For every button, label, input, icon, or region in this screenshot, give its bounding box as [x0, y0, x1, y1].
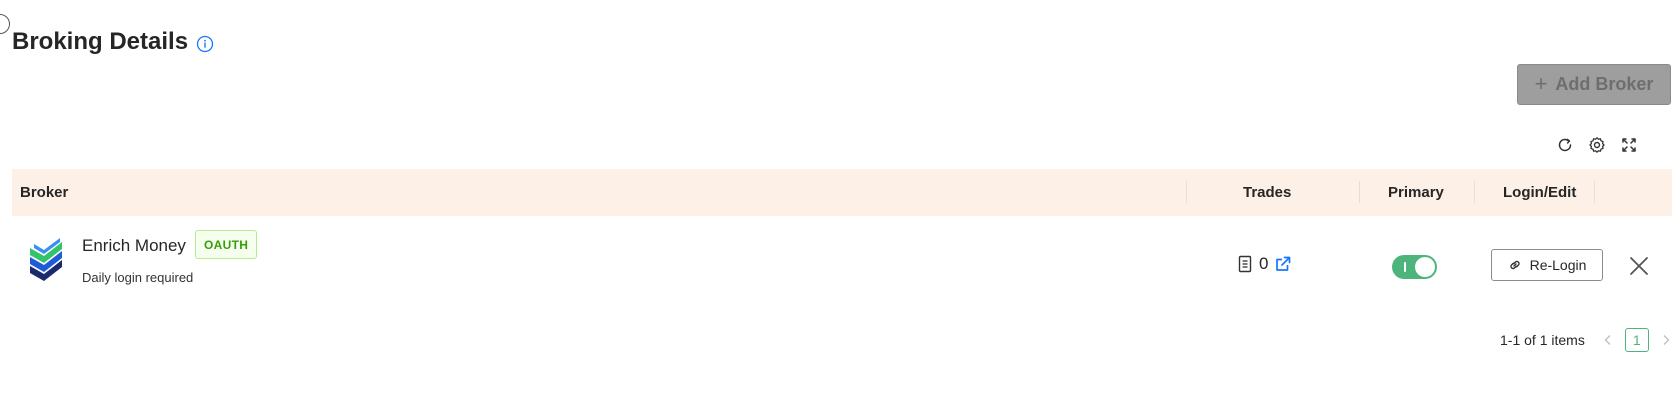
trades-count: 0: [1259, 254, 1269, 273]
column-divider: [1474, 181, 1475, 203]
column-header-login-edit[interactable]: Login/Edit: [1503, 169, 1576, 216]
toggle-knob: [1415, 257, 1435, 277]
column-divider: [1594, 181, 1595, 203]
table-toolbar: [1556, 136, 1638, 154]
broker-name: Enrich Money: [82, 236, 186, 255]
refresh-icon[interactable]: [1556, 136, 1574, 154]
column-header-trades[interactable]: Trades: [1243, 169, 1291, 216]
corner-circle: [0, 14, 10, 34]
pagination: 1-1 of 1 items 1: [1500, 328, 1673, 352]
re-login-label: Re-Login: [1529, 257, 1587, 273]
column-header-broker[interactable]: Broker: [20, 169, 68, 216]
fullscreen-icon[interactable]: [1620, 136, 1638, 154]
page-title: Broking Details: [12, 28, 189, 55]
page-header: Broking Details: [12, 28, 214, 56]
primary-toggle[interactable]: [1392, 255, 1437, 279]
table-header: Broker Trades Primary Login/Edit: [12, 169, 1672, 216]
add-broker-label: Add Broker: [1555, 74, 1654, 94]
column-header-primary[interactable]: Primary: [1388, 169, 1444, 216]
chevron-left-icon[interactable]: [1601, 333, 1615, 347]
auth-type-tag: OAUTH: [195, 230, 258, 259]
document-icon: [1237, 255, 1253, 273]
link-icon: [1508, 258, 1522, 272]
settings-icon[interactable]: [1588, 136, 1606, 154]
info-icon[interactable]: [196, 35, 214, 53]
column-divider: [1186, 181, 1187, 203]
add-broker-button[interactable]: + Add Broker: [1517, 64, 1671, 105]
re-login-button[interactable]: Re-Login: [1491, 249, 1603, 281]
close-icon[interactable]: [1627, 254, 1651, 278]
plus-icon: +: [1534, 70, 1548, 96]
pagination-page-1[interactable]: 1: [1624, 328, 1649, 352]
chevron-right-icon[interactable]: [1659, 333, 1673, 347]
column-divider: [1359, 181, 1360, 203]
toggle-on-indicator: [1404, 262, 1406, 272]
trades-cell: 0: [1237, 254, 1292, 274]
external-link-icon[interactable]: [1274, 255, 1292, 273]
table-row: Enrich Money OAUTH Daily login required …: [12, 216, 1672, 312]
broker-subtitle: Daily login required: [82, 270, 194, 285]
broker-logo: [26, 236, 66, 282]
pagination-summary: 1-1 of 1 items: [1500, 332, 1585, 348]
